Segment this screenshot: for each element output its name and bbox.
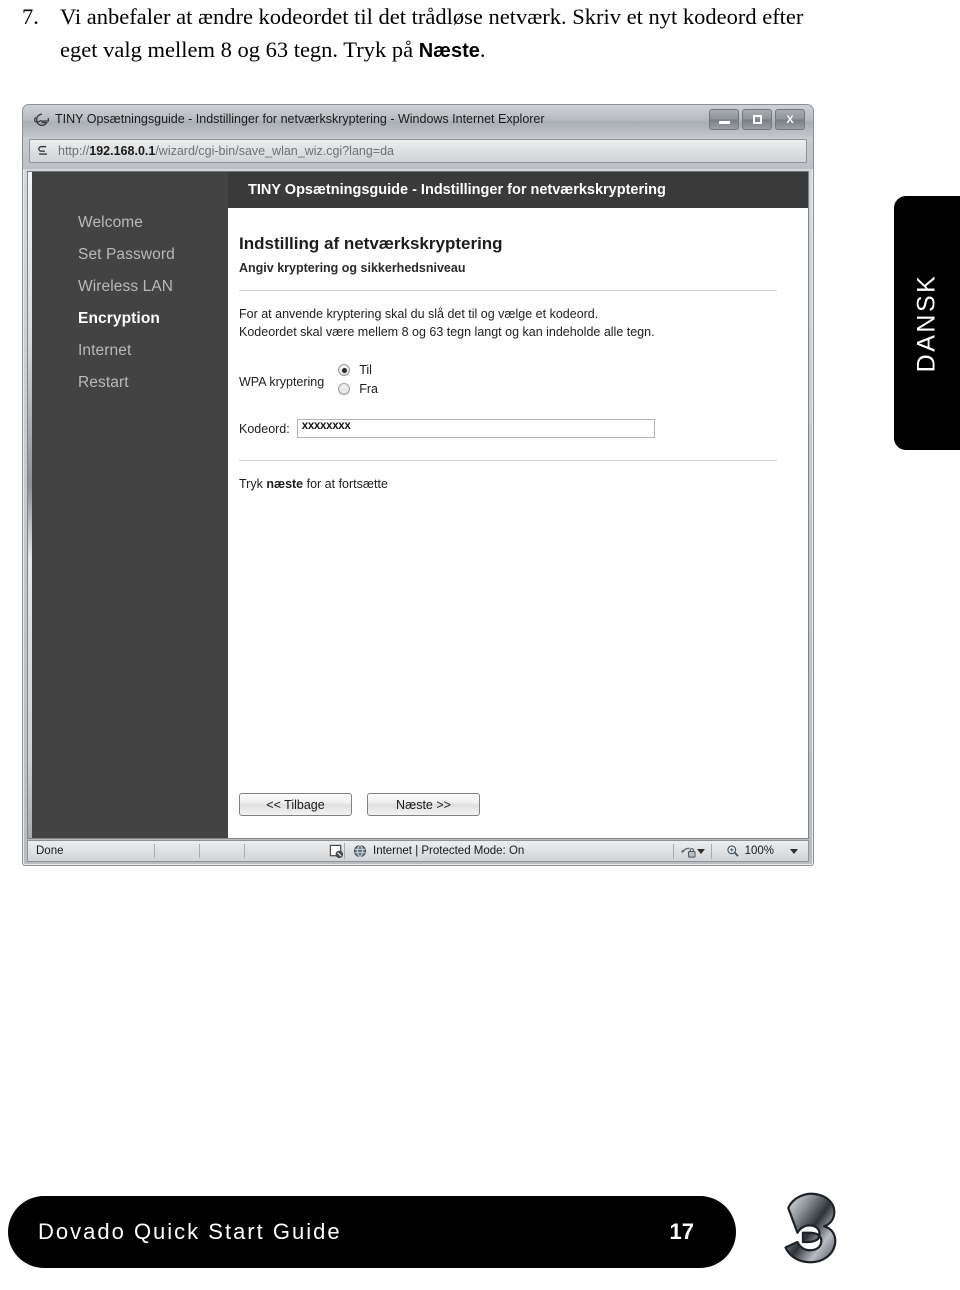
zoom-level-label: 100% <box>744 845 774 857</box>
language-tab-dansk: DANSK <box>894 196 960 450</box>
panel-header-title: TINY Opsætningsguide - Indstillinger for… <box>248 182 666 198</box>
address-path: /wizard/cgi-bin/save_wlan_wiz.cgi?lang=d… <box>155 144 394 158</box>
instruction-text: Vi anbefaler at ændre kodeordet til det … <box>60 0 822 68</box>
maximize-icon <box>752 115 762 124</box>
wpa-label: WPA kryptering <box>239 375 325 389</box>
status-segment-1 <box>154 844 199 858</box>
instruction-text-part2: . <box>479 37 486 62</box>
back-button[interactable]: << Tilbage <box>239 793 352 816</box>
window-title: TINY Opsætningsguide - Indstillinger for… <box>55 112 545 126</box>
page-icon <box>38 145 47 155</box>
status-segment-2 <box>199 844 244 858</box>
zoom-magnifier-icon <box>726 845 739 857</box>
zoom-control[interactable]: 100% <box>718 844 808 858</box>
browser-titlebar: TINY Opsætningsguide - Indstillinger for… <box>23 105 813 137</box>
panel-header: TINY Opsætningsguide - Indstillinger for… <box>228 172 808 208</box>
sidebar-item-encryption[interactable]: Encryption <box>32 310 228 342</box>
page-number: 17 <box>669 1219 694 1244</box>
page-viewport: Welcome Set Password Wireless LAN Encryp… <box>27 171 809 839</box>
instructions-text: For at anvende kryptering skal du slå de… <box>239 305 808 341</box>
wpa-radio-group: Til Fra <box>338 363 378 401</box>
password-label: Kodeord: <box>239 421 290 436</box>
instruction-bold-word: Næste <box>418 40 480 62</box>
instruction-number: 7. <box>22 4 39 29</box>
section-subtitle: Angiv kryptering og sikkerhedsniveau <box>239 261 466 275</box>
address-scheme: http:// <box>58 144 90 158</box>
continue-hint-pre: Tryk <box>239 477 267 491</box>
internet-explorer-icon <box>34 113 50 127</box>
status-divider-1 <box>672 843 674 859</box>
close-button[interactable]: X <box>775 109 805 130</box>
address-text: http://192.168.0.1/wizard/cgi-bin/save_w… <box>58 144 394 158</box>
document-footer-bar: Dovado Quick Start Guide 17 <box>8 1196 736 1268</box>
divider-top <box>239 290 777 291</box>
globe-icon <box>353 844 367 858</box>
left-scroll-strip[interactable] <box>28 172 32 838</box>
sidebar-item-welcome[interactable]: Welcome <box>32 214 228 246</box>
radio-option-off[interactable]: Fra <box>338 382 378 396</box>
sidebar-item-wireless-lan[interactable]: Wireless LAN <box>32 278 228 310</box>
radio-option-on[interactable]: Til <box>338 363 378 377</box>
privacy-dropdown-caret[interactable] <box>696 848 705 854</box>
section-title: Indstilling af netværkskryptering <box>239 234 503 253</box>
continue-hint-bold: næste <box>266 477 304 491</box>
security-zone[interactable]: Internet | Protected Mode: On <box>344 843 524 859</box>
radio-on-icon[interactable] <box>338 364 351 376</box>
minimize-icon <box>718 121 730 124</box>
password-input[interactable]: xxxxxxxx <box>296 419 655 438</box>
address-host: 192.168.0.1 <box>89 144 156 158</box>
sidebar-item-set-password[interactable]: Set Password <box>32 246 228 278</box>
password-row: Kodeord: xxxxxxxx <box>239 419 808 438</box>
instruction-paragraph: 7. Vi anbefaler at ændre kodeordet til d… <box>22 0 822 68</box>
instructions-line-2: Kodeordet skal være mellem 8 og 63 tegn … <box>239 325 655 339</box>
wizard-button-row: << Tilbage Næste >> <box>239 793 480 816</box>
three-logo-icon <box>784 1192 837 1264</box>
radio-off-label: Fra <box>359 382 378 396</box>
address-input[interactable]: http://192.168.0.1/wizard/cgi-bin/save_w… <box>29 139 807 163</box>
privacy-lock-icon[interactable] <box>680 844 697 859</box>
sidebar-item-internet[interactable]: Internet <box>32 342 228 374</box>
address-bar-row: http://192.168.0.1/wizard/cgi-bin/save_w… <box>23 137 813 169</box>
next-button[interactable]: Næste >> <box>367 793 480 816</box>
instructions-line-1: For at anvende kryptering skal du slå de… <box>239 307 599 321</box>
wpa-encryption-row: WPA kryptering Til Fra <box>239 363 808 401</box>
document-title: Dovado Quick Start Guide <box>38 1219 342 1244</box>
security-zone-label: Internet | Protected Mode: On <box>373 845 525 857</box>
radio-off-icon[interactable] <box>338 383 351 395</box>
language-tab-label: DANSK <box>912 273 941 373</box>
browser-statusbar: Done Internet | Protected Mode: On 100% <box>27 840 809 862</box>
zoom-dropdown-caret[interactable] <box>790 848 798 854</box>
maximize-button[interactable] <box>742 109 772 130</box>
status-segment-3 <box>244 844 289 858</box>
continue-hint: Tryk næste for at fortsætte <box>239 477 808 491</box>
continue-hint-post: for at fortsætte <box>303 477 388 491</box>
status-text: Done <box>36 845 64 857</box>
divider-bottom <box>239 460 777 461</box>
minimize-button[interactable] <box>709 109 739 130</box>
wizard-sidebar: Welcome Set Password Wireless LAN Encryp… <box>32 172 228 838</box>
wizard-main-panel: TINY Opsætningsguide - Indstillinger for… <box>228 172 808 838</box>
status-divider-2 <box>710 843 712 859</box>
sidebar-item-restart[interactable]: Restart <box>32 374 228 406</box>
window-controls: X <box>709 109 805 130</box>
radio-on-label: Til <box>359 363 372 377</box>
blocked-content-icon[interactable] <box>329 844 344 859</box>
browser-window: TINY Opsætningsguide - Indstillinger for… <box>22 104 814 866</box>
